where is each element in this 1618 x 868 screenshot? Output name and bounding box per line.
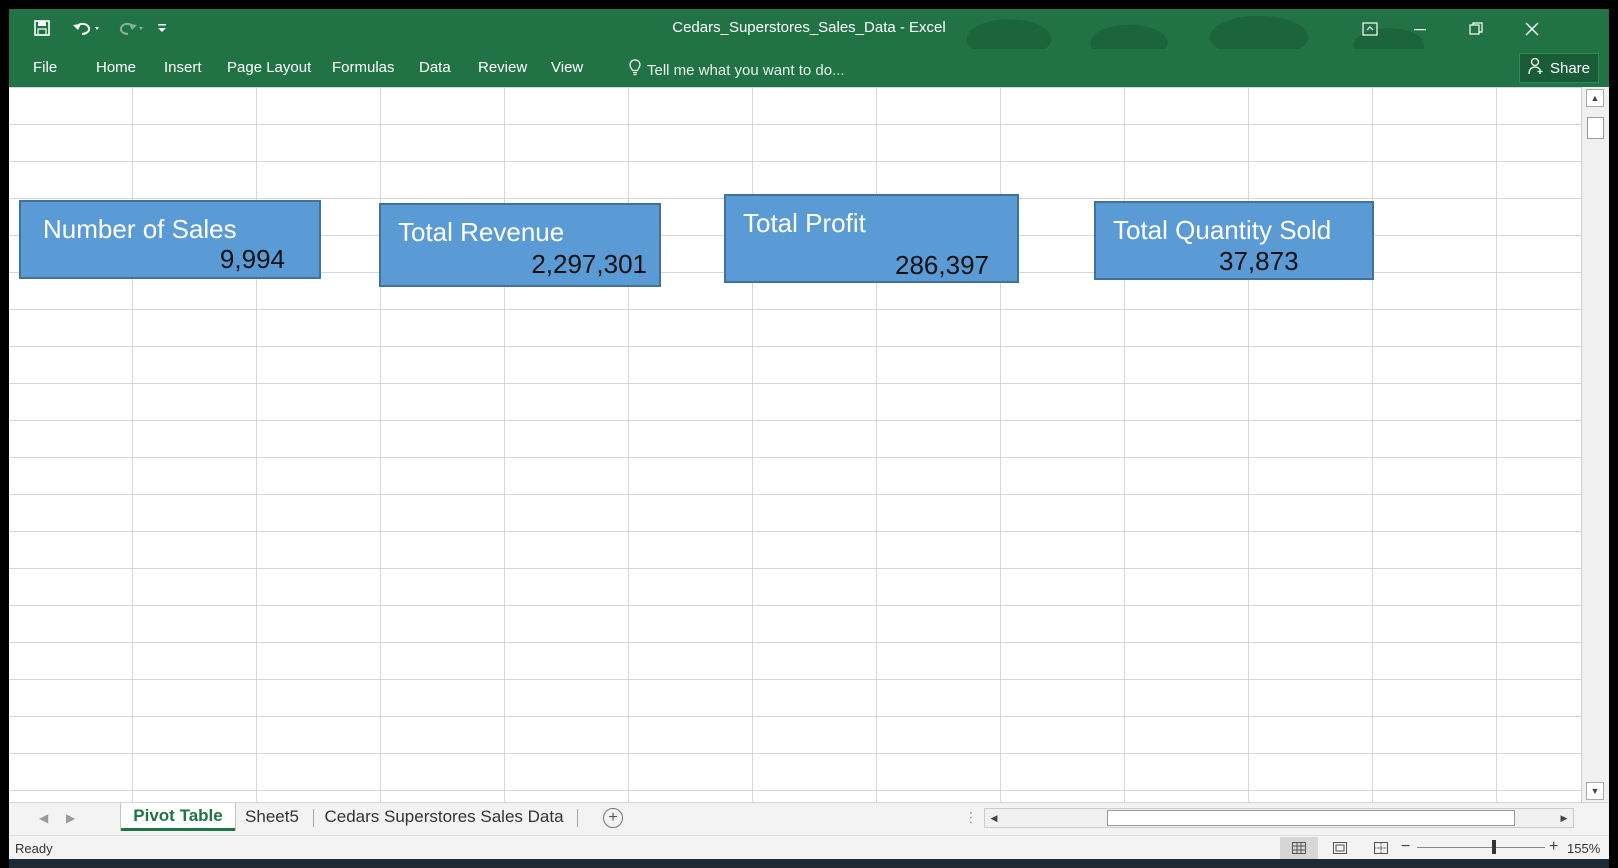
- tab-separator: [577, 809, 578, 827]
- normal-view-icon[interactable]: [1280, 837, 1318, 859]
- kpi-value: 2,297,301: [531, 249, 647, 279]
- tab-review[interactable]: Review: [478, 59, 527, 76]
- kpi-value: 37,873: [1219, 246, 1299, 276]
- kpi-label: Total Revenue: [398, 217, 565, 247]
- restore-icon[interactable]: [1453, 14, 1499, 44]
- zoom-slider[interactable]: [1417, 840, 1545, 854]
- sheet-tab-sales-data[interactable]: Cedars Superstores Sales Data: [321, 803, 567, 831]
- tab-home[interactable]: Home: [96, 59, 136, 76]
- minimize-icon[interactable]: [1397, 14, 1443, 44]
- zoom-out-icon[interactable]: −: [1401, 838, 1410, 856]
- vertical-scroll-thumb[interactable]: [1587, 117, 1604, 139]
- excel-window: Cedars_Superstores_Sales_Data - Excel Fi…: [9, 9, 1609, 859]
- kpi-value: 9,994: [219, 244, 285, 274]
- close-icon[interactable]: [1509, 14, 1555, 44]
- kpi-card-total-quantity-sold[interactable]: Total Quantity Sold 37,873: [1094, 201, 1374, 280]
- kpi-card-total-revenue[interactable]: Total Revenue 2,297,301: [379, 203, 661, 287]
- zoom-in-icon[interactable]: +: [1549, 838, 1558, 856]
- tab-page-layout[interactable]: Page Layout: [227, 59, 311, 76]
- tab-data[interactable]: Data: [419, 59, 451, 76]
- taskbar-strip: [9, 859, 1609, 868]
- tell-me-search[interactable]: Tell me what you want to do...: [629, 59, 845, 81]
- add-sheet-icon[interactable]: +: [603, 808, 623, 828]
- status-bar: Ready − + 155%: [9, 835, 1609, 859]
- ribbon-tabs: File Home Insert Page Layout Formulas Da…: [9, 49, 1609, 87]
- kpi-label: Total Quantity Sold: [1113, 215, 1332, 245]
- status-text: Ready: [15, 841, 53, 856]
- lightbulb-icon: [629, 59, 641, 81]
- sheet-tab-bar: ◀ ▶ Pivot Table Sheet5 Cedars Superstore…: [9, 802, 1609, 835]
- person-icon: [1528, 57, 1544, 79]
- scroll-up-icon[interactable]: ▲: [1586, 89, 1604, 107]
- next-sheet-icon[interactable]: ▶: [66, 811, 75, 825]
- kpi-value: 286,397: [895, 250, 989, 280]
- share-button[interactable]: Share: [1519, 53, 1599, 83]
- ribbon-display-options-icon[interactable]: [1347, 14, 1393, 44]
- split-handle-icon[interactable]: ⋮: [964, 809, 978, 826]
- vertical-scrollbar[interactable]: ▲ ▼: [1581, 87, 1609, 802]
- zoom-level[interactable]: 155%: [1567, 841, 1600, 856]
- tell-me-placeholder: Tell me what you want to do...: [647, 61, 845, 79]
- kpi-card-number-of-sales[interactable]: Number of Sales 9,994: [19, 200, 321, 279]
- scroll-down-icon[interactable]: ▼: [1586, 782, 1604, 800]
- page-layout-view-icon[interactable]: [1321, 837, 1359, 859]
- tab-view[interactable]: View: [551, 59, 583, 76]
- share-label: Share: [1549, 59, 1591, 77]
- horizontal-scroll-thumb[interactable]: [1107, 810, 1515, 826]
- tab-insert[interactable]: Insert: [164, 59, 202, 76]
- sheet-tab-sheet5[interactable]: Sheet5: [239, 803, 305, 831]
- kpi-card-total-profit[interactable]: Total Profit 286,397: [724, 194, 1019, 283]
- worksheet-grid[interactable]: Number of Sales 9,994 Total Revenue 2,29…: [9, 87, 1581, 802]
- horizontal-scrollbar[interactable]: ◀ ▶: [984, 808, 1574, 828]
- page-break-view-icon[interactable]: [1362, 837, 1400, 859]
- tab-formulas[interactable]: Formulas: [332, 59, 395, 76]
- scroll-right-icon[interactable]: ▶: [1556, 810, 1572, 826]
- tab-file[interactable]: File: [33, 59, 57, 76]
- sheet-tab-pivot-table[interactable]: Pivot Table: [121, 803, 235, 831]
- scroll-left-icon[interactable]: ◀: [986, 810, 1002, 826]
- kpi-label: Total Profit: [743, 208, 866, 238]
- zoom-slider-thumb[interactable]: [1491, 840, 1496, 854]
- title-bar: Cedars_Superstores_Sales_Data - Excel: [9, 9, 1609, 87]
- kpi-label: Number of Sales: [43, 214, 237, 244]
- previous-sheet-icon[interactable]: ◀: [39, 811, 48, 825]
- tab-separator: [313, 809, 314, 827]
